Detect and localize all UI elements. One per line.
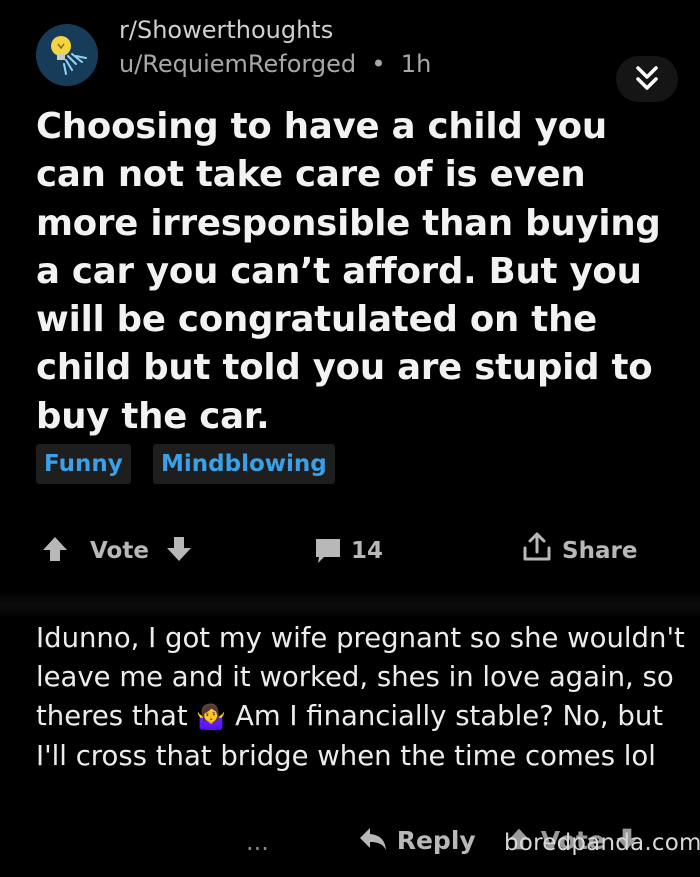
vote-label: Vote bbox=[90, 538, 149, 564]
flair-mindblowing[interactable]: Mindblowing bbox=[153, 444, 335, 484]
post-action-bar: Vote 14 Share bbox=[0, 525, 700, 577]
post-meta: u/RequiemReforged • 1h bbox=[119, 50, 431, 78]
more-options-button[interactable]: ... bbox=[246, 828, 269, 856]
post-card: r/Showerthoughts u/RequiemReforged • 1h … bbox=[0, 0, 700, 593]
share-icon bbox=[523, 532, 551, 561]
upvote-arrow-icon bbox=[43, 537, 67, 561]
meta-separator: • bbox=[363, 50, 394, 78]
subreddit-name[interactable]: r/Showerthoughts bbox=[119, 16, 333, 44]
post-age: 1h bbox=[400, 50, 432, 78]
author-name[interactable]: u/RequiemReforged bbox=[119, 50, 356, 78]
shrug-emoji-icon: 🤷‍♀️ bbox=[196, 703, 227, 731]
flair-funny[interactable]: Funny bbox=[36, 444, 131, 484]
watermark: boredpanda.com bbox=[504, 830, 700, 856]
comment-bubble-icon bbox=[316, 539, 340, 563]
shower-avatar-icon bbox=[36, 24, 98, 86]
downvote-button[interactable] bbox=[164, 525, 194, 577]
post-title[interactable]: Choosing to have a child you can not tak… bbox=[36, 103, 676, 441]
upvote-button[interactable] bbox=[40, 525, 70, 577]
reply-arrow-icon bbox=[360, 828, 386, 850]
share-button[interactable]: Share bbox=[520, 525, 637, 577]
comments-button[interactable]: 14 bbox=[313, 525, 383, 577]
comment-count: 14 bbox=[351, 538, 384, 564]
section-divider bbox=[0, 593, 700, 617]
share-label: Share bbox=[562, 538, 638, 564]
subreddit-avatar[interactable] bbox=[36, 24, 98, 86]
collapse-button[interactable] bbox=[616, 56, 678, 102]
reply-button[interactable]: Reply bbox=[358, 826, 476, 855]
double-chevron-down-icon bbox=[636, 66, 658, 90]
comment-text: Idunno, I got my wife pregnant so she wo… bbox=[36, 619, 686, 776]
downvote-arrow-icon bbox=[167, 537, 191, 561]
reply-label: Reply bbox=[396, 826, 476, 855]
